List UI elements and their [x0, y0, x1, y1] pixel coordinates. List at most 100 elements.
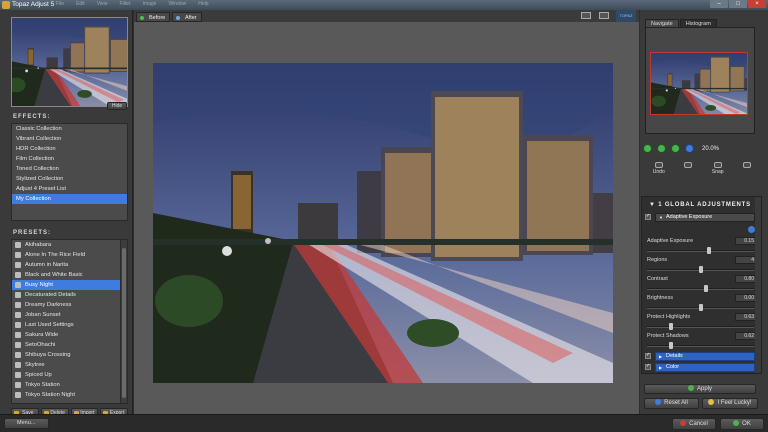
effect-stylized[interactable]: Stylized Collection [12, 174, 127, 184]
redo-button[interactable] [684, 162, 693, 175]
topaz-adjust-window: Topaz Adjust 5 File Edit View Filter Ima… [0, 0, 768, 432]
cancel-icon [680, 420, 687, 426]
preset-item[interactable]: Alone In The Rice Field [12, 250, 127, 260]
preset-item[interactable]: Tokyo Station [12, 380, 127, 390]
slider-regions[interactable]: Regions 4 [645, 256, 757, 275]
slider-value[interactable]: 0.63 [735, 313, 757, 321]
ok-icon [733, 420, 740, 426]
slider-label: Brightness [647, 295, 673, 301]
menu-filter[interactable]: Filter [119, 1, 130, 7]
preset-item[interactable]: Autumn in Narita [12, 260, 127, 270]
slider-knob[interactable] [698, 266, 703, 273]
slider-brightness[interactable]: Brightness 0.00 [645, 294, 757, 313]
zoom-in-icon[interactable] [657, 144, 666, 153]
slider-adaptive-exposure[interactable]: Adaptive Exposure 0.15 [645, 237, 757, 256]
global-adjustments-heading[interactable]: ▼ 1 GLOBAL ADJUSTMENTS [645, 200, 757, 210]
snap-button[interactable]: Snap [712, 162, 724, 175]
preset-item[interactable]: Sakura Wide [12, 330, 127, 340]
preset-item[interactable]: Tokyo Station Night [12, 390, 127, 400]
menu-view[interactable]: View [97, 1, 108, 7]
slider-track[interactable] [647, 288, 754, 290]
zoom-fit-icon[interactable] [671, 144, 680, 153]
preset-item[interactable]: SetoOhachi [12, 340, 127, 350]
before-tab[interactable]: Before [136, 12, 171, 22]
presets-scrollbar[interactable] [120, 240, 127, 403]
navigator-thumbnail[interactable] [650, 52, 748, 115]
preset-item[interactable]: Joban Sunset [12, 310, 127, 320]
adaptive-exposure-header[interactable]: Adaptive Exposure [655, 213, 755, 222]
preset-item[interactable]: Dreamy Darkness [12, 300, 127, 310]
slider-value[interactable]: 4 [735, 256, 757, 264]
effect-film[interactable]: Film Collection [12, 154, 127, 164]
adaptive-exposure-checkbox[interactable] [645, 213, 651, 220]
slider-label: Protect Shadows [647, 333, 689, 339]
slider-contrast[interactable]: Contrast 0.80 [645, 275, 757, 294]
comment-button[interactable] [743, 162, 752, 175]
maximize-button[interactable]: □ [729, 0, 747, 8]
slider-knob[interactable] [707, 247, 712, 254]
single-view-icon[interactable] [581, 12, 591, 19]
slider-protect-highlights[interactable]: Protect Highlights 0.63 [645, 313, 757, 332]
menu-file[interactable]: File [56, 1, 64, 7]
preset-item[interactable]: Akihabara [12, 240, 127, 250]
color-section[interactable]: Color [655, 363, 755, 372]
adjustments-scrollbar[interactable] [755, 197, 761, 373]
preset-item[interactable]: Skytree [12, 360, 127, 370]
effect-classic[interactable]: Classic Collection [12, 124, 127, 134]
menu-button[interactable]: Menu... [4, 418, 49, 429]
preset-item[interactable]: Shibuya Crossing [12, 350, 127, 360]
slider-track[interactable] [647, 250, 754, 252]
hide-button[interactable]: Hide [107, 102, 127, 110]
preset-item[interactable]: Decaturated Details [12, 290, 127, 300]
preset-item[interactable]: Black and White Basic [12, 270, 127, 280]
menu-window[interactable]: Window [168, 1, 186, 7]
tool-row: Undo Snap [643, 162, 761, 175]
slider-track[interactable] [647, 345, 754, 347]
apply-button[interactable]: Apply [644, 384, 756, 394]
zoom-bar: 20.0% [643, 144, 719, 153]
effect-my-collection[interactable]: My Collection [12, 194, 127, 204]
zoom-actual-icon[interactable] [685, 144, 694, 153]
close-button[interactable]: × [748, 0, 766, 8]
ok-button[interactable]: OK [720, 418, 764, 430]
slider-knob[interactable] [703, 285, 708, 292]
slider-track[interactable] [647, 326, 754, 328]
right-panel: Navigate Histogram 20.0% Undo Snap ▼ 1 G… [640, 10, 768, 414]
color-checkbox[interactable] [645, 363, 651, 370]
effect-adjust4[interactable]: Adjust 4 Preset List [12, 184, 127, 194]
slider-knob[interactable] [668, 323, 673, 330]
menu-edit[interactable]: Edit [76, 1, 85, 7]
feel-lucky-button[interactable]: I Feel Lucky! [702, 398, 758, 409]
reset-section-icon[interactable] [748, 226, 755, 233]
main-photo-preview[interactable] [153, 63, 613, 383]
preset-item-selected[interactable]: Busy Night [12, 280, 127, 290]
slider-value[interactable]: 0.15 [735, 237, 757, 245]
reset-all-button[interactable]: Reset All [644, 398, 699, 409]
slider-value[interactable]: 0.00 [735, 294, 757, 302]
menu-image[interactable]: Image [143, 1, 157, 7]
cancel-button[interactable]: Cancel [672, 418, 716, 430]
undo-button[interactable]: Undo [653, 162, 665, 175]
preset-item[interactable]: Spiced Up [12, 370, 127, 380]
preset-item[interactable]: Last Used Settings [12, 320, 127, 330]
slider-knob[interactable] [668, 342, 673, 349]
slider-protect-shadows[interactable]: Protect Shadows 0.62 [645, 332, 757, 351]
topaz-logo: TOPAZ [616, 10, 636, 22]
details-section[interactable]: Details [655, 352, 755, 361]
details-checkbox[interactable] [645, 352, 651, 359]
slider-knob[interactable] [698, 304, 703, 311]
split-view-icon[interactable] [599, 12, 609, 19]
app-icon [2, 1, 10, 9]
after-tab[interactable]: After [172, 12, 202, 22]
effect-hdr[interactable]: HDR Collection [12, 144, 127, 154]
minimize-button[interactable]: – [710, 0, 728, 8]
effect-vibrant[interactable]: Vibrant Collection [12, 134, 127, 144]
before-dot-icon [140, 16, 144, 20]
zoom-out-icon[interactable] [643, 144, 652, 153]
slider-value[interactable]: 0.80 [735, 275, 757, 283]
preview-thumbnail [11, 17, 128, 107]
slider-value[interactable]: 0.62 [735, 332, 757, 340]
menu-help[interactable]: Help [198, 1, 208, 7]
scrollbar-thumb[interactable] [122, 248, 126, 398]
effect-toned[interactable]: Toned Collection [12, 164, 127, 174]
